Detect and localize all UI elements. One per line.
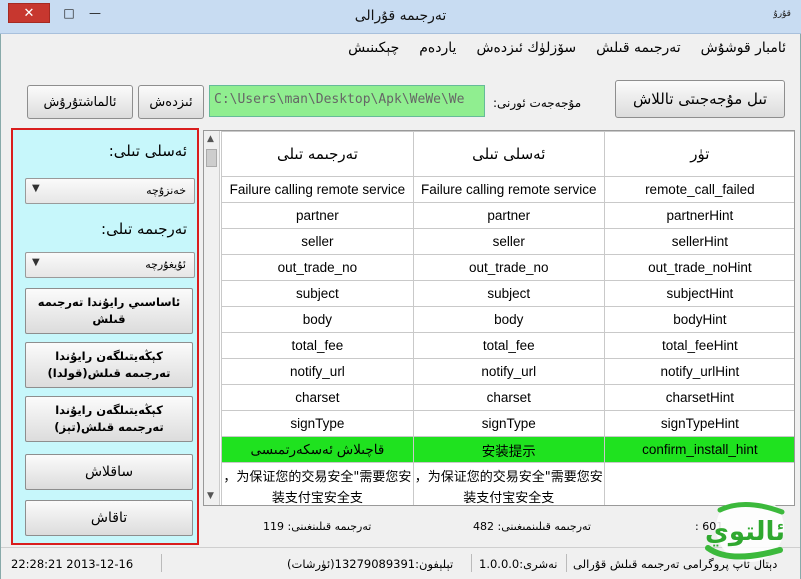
logo-text: ئالتوي <box>705 517 785 547</box>
cell-target[interactable]: charset <box>221 384 414 411</box>
cell-key[interactable]: bodyHint <box>603 306 794 333</box>
target-language-label: تەرجىمە تىلى: <box>101 220 187 238</box>
cell-target[interactable]: notify_url <box>221 358 414 385</box>
vertical-scrollbar[interactable]: ▲ ▼ <box>204 131 220 505</box>
cell-key[interactable]: confirm_install_hint <box>603 436 794 463</box>
status-separator <box>566 554 567 572</box>
search-button[interactable]: ئىزدەش <box>138 85 204 119</box>
grid-table: تەرجىمە تىلى ئەسلى تىلى تۈر Failure call… <box>221 131 794 505</box>
status-phone: تېلېفون:13279089391(ئۈرشات) <box>287 557 454 571</box>
cell-key[interactable]: total_feeHint <box>603 332 794 359</box>
cell-key[interactable]: charsetHint <box>603 384 794 411</box>
cell-source[interactable]: charset <box>412 384 605 411</box>
table-row[interactable]: charset charset charsetHint <box>221 384 794 411</box>
source-language-value: خەنزۇچە <box>146 184 186 197</box>
cell-target[interactable]: body <box>221 306 414 333</box>
replace-button[interactable]: ئالماشتۇرۇش <box>27 85 133 119</box>
save-button[interactable]: ساقلاش <box>25 454 193 490</box>
status-separator <box>471 554 472 572</box>
cell-key[interactable]: notify_urlHint <box>603 358 794 385</box>
translation-grid[interactable]: ▲ ▼ تەرجىمە تىلى ئەسلى تىلى تۈر Failure … <box>203 130 795 506</box>
app-mini-label: قۇرۇ <box>773 9 791 19</box>
cell-key[interactable]: partnerHint <box>603 202 794 229</box>
window-title: تەرجىمە قۇرالى <box>354 8 447 24</box>
cell-source[interactable]: subject <box>412 280 605 307</box>
cell-target[interactable]: seller <box>221 228 414 255</box>
close-panel-button[interactable]: تاقاش <box>25 500 193 536</box>
menu-add-repository[interactable]: ئامبار قوشۇش <box>701 40 786 56</box>
table-row[interactable]: subject subject subjectHint <box>221 280 794 307</box>
table-row[interactable]: total_fee total_fee total_feeHint <box>221 332 794 359</box>
cell-source[interactable]: partner <box>412 202 605 229</box>
cell-source[interactable]: signType <box>412 410 605 437</box>
column-header-source[interactable]: ئەسلى تىلى <box>412 131 605 177</box>
column-header-key[interactable]: تۈر <box>603 131 794 177</box>
target-language-select[interactable]: ▼ ئۇيغۇرچە <box>25 252 195 278</box>
extended-manual-translate-button[interactable]: كېڭەيتىلگەن رايۇندا تەرجىمە قىلش(قولدا) <box>25 342 193 388</box>
source-language-select[interactable]: ▼ خەنزۇچە <box>25 178 195 204</box>
table-row[interactable]: notify_url notify_url notify_urlHint <box>221 358 794 385</box>
cell-target[interactable]: partner <box>221 202 414 229</box>
cell-source[interactable]: out_trade_no <box>412 254 605 281</box>
path-label: مۇجەجەت ئورنى: <box>493 96 582 110</box>
cell-source[interactable]: notify_url <box>412 358 605 385</box>
cell-key[interactable]: remote_call_failed <box>603 176 794 203</box>
basic-translate-button[interactable]: ئاساسىي رايۇندا تەرجىمە قىلش <box>25 288 193 334</box>
status-bar: 22:28:21 2013-12-16 تېلېفون:13279089391(… <box>1 547 800 579</box>
status-datetime: 22:28:21 2013-12-16 <box>11 557 134 571</box>
cell-target[interactable]: ，为保证您的交易安全"需要您安装支付宝安全支 <box>221 462 414 505</box>
chevron-down-icon: ▼ <box>32 183 40 194</box>
cell-source[interactable]: body <box>412 306 605 333</box>
cell-target[interactable]: Failure calling remote service <box>221 176 414 203</box>
scroll-down-icon[interactable]: ▼ <box>207 491 214 501</box>
cell-target[interactable]: قاچىلاش ئەسكەرتمىسى <box>221 436 414 463</box>
cell-target[interactable]: total_fee <box>221 332 414 359</box>
scroll-thumb[interactable] <box>206 149 217 167</box>
cell-key[interactable]: subjectHint <box>603 280 794 307</box>
column-header-target[interactable]: تەرجىمە تىلى <box>221 131 414 177</box>
table-row[interactable]: seller seller sellerHint <box>221 228 794 255</box>
cell-target[interactable]: subject <box>221 280 414 307</box>
select-language-folder-button[interactable]: تىل مۇجەجىتى تاللاش <box>615 80 785 118</box>
cell-target[interactable]: out_trade_no <box>221 254 414 281</box>
status-version: نەشرى:1.0.0.0 <box>479 557 558 571</box>
cell-key[interactable]: sellerHint <box>603 228 794 255</box>
table-row[interactable]: Failure calling remote service Failure ca… <box>221 176 794 203</box>
table-row[interactable]: body body bodyHint <box>221 306 794 333</box>
table-row-highlighted[interactable]: قاچىلاش ئەسكەرتمىسى 安装提示 confirm_install_h… <box>221 436 794 463</box>
untranslated-count: تەرجىمە قىلىنمىغىنى: 482 <box>473 520 591 533</box>
cell-source[interactable]: Failure calling remote service <box>412 176 605 203</box>
left-panel: ئەسلى تىلى: ▼ خەنزۇچە تەرجىمە تىلى: ▼ ئۇ… <box>11 128 199 545</box>
table-row[interactable]: out_trade_no out_trade_no out_trade_noHint <box>221 254 794 281</box>
status-separator <box>161 554 162 572</box>
cell-source[interactable]: seller <box>412 228 605 255</box>
extended-fast-translate-button[interactable]: كېڭەيتىلگەن رايۇندا تەرجىمە قىلش(تېز) <box>25 396 193 442</box>
menu-bar: ئامبار قوشۇش تەرجىمە قىلش سۆزلۈك ئىزدەش … <box>348 40 786 56</box>
cell-source[interactable]: total_fee <box>412 332 605 359</box>
cell-source[interactable]: 安装提示 <box>412 436 605 463</box>
scroll-up-icon[interactable]: ▲ <box>207 134 214 144</box>
source-language-label: ئەسلى تىلى: <box>108 142 187 160</box>
path-input[interactable]: C:\Users\man\Desktop\Apk\WeWe\We <box>209 85 485 117</box>
cell-key[interactable]: out_trade_noHint <box>603 254 794 281</box>
site-logo: ئالتوي <box>705 494 785 562</box>
chevron-down-icon: ▼ <box>32 257 40 268</box>
cell-target[interactable]: signType <box>221 410 414 437</box>
menu-exit[interactable]: چېكىنىش <box>348 40 399 56</box>
menu-help[interactable]: ياردەم <box>419 40 456 56</box>
translated-count: تەرجىمە قىلىنغىنى: 119 <box>263 520 372 533</box>
cell-key[interactable]: signTypeHint <box>603 410 794 437</box>
title-bar: ✕ □ — تەرجىمە قۇرالى قۇرۇ <box>0 0 801 34</box>
table-row[interactable]: signType signType signTypeHint <box>221 410 794 437</box>
grid-header-row: تەرجىمە تىلى ئەسلى تىلى تۈر <box>221 131 794 177</box>
menu-dictionary-search[interactable]: سۆزلۈك ئىزدەش <box>476 40 576 56</box>
cell-source[interactable]: ，为保证您的交易安全"需要您安装支付宝安全支 <box>412 462 605 505</box>
main-window: ئامبار قوشۇش تەرجىمە قىلش سۆزلۈك ئىزدەش … <box>0 34 801 579</box>
table-row[interactable]: partner partner partnerHint <box>221 202 794 229</box>
menu-translate[interactable]: تەرجىمە قىلش <box>596 40 681 56</box>
target-language-value: ئۇيغۇرچە <box>145 258 186 271</box>
